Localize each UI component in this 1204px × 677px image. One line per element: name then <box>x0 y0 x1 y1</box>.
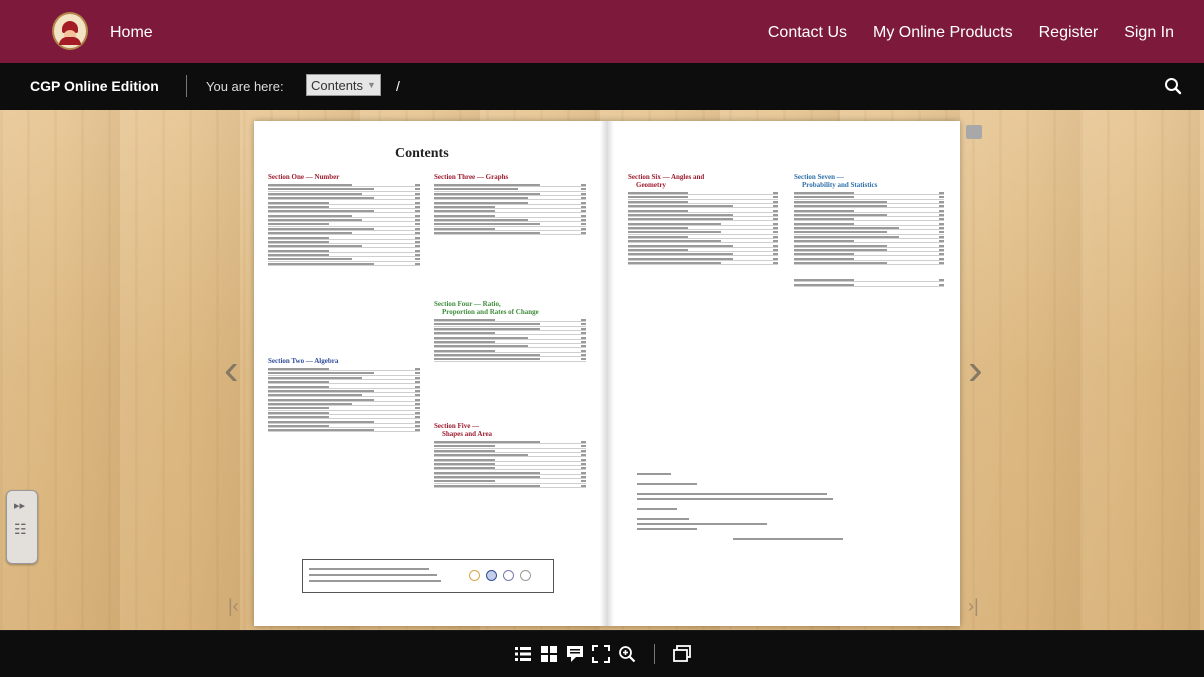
toc-section-five[interactable]: Section Five — Shapes and Area <box>434 422 586 489</box>
last-page-icon[interactable]: ›| <box>968 596 979 617</box>
zoom-in-icon[interactable] <box>618 645 636 663</box>
breadcrumb-separator: / <box>396 78 400 94</box>
nav-contact-link[interactable]: Contact Us <box>768 24 847 42</box>
grid-handle-icon: ☷ <box>14 521 27 537</box>
section-title: Section Six — Angles and <box>628 173 705 181</box>
toc-section-seven[interactable]: Section Seven — Probability and Statisti… <box>794 173 944 288</box>
toc-section-four[interactable]: Section Four — Ratio, Proportion and Rat… <box>434 300 594 363</box>
section-entries <box>628 192 778 266</box>
section-title: Proportion and Rates of Change <box>442 308 539 316</box>
nav-links: Contact Us My Online Products Register S… <box>768 24 1174 42</box>
rating-circle-icon <box>520 570 531 581</box>
nav-home-link[interactable]: Home <box>110 24 153 42</box>
side-panel-toggle[interactable]: ▸▸ ☷ <box>6 490 38 564</box>
cgp-logo-icon[interactable] <box>52 12 88 50</box>
nav-signin-link[interactable]: Sign In <box>1124 24 1174 42</box>
section-title: Geometry <box>636 181 666 189</box>
chevron-left-icon[interactable]: ‹ <box>224 345 239 395</box>
breadcrumb-bar: CGP Online Edition You are here: Content… <box>0 63 1204 110</box>
list-icon[interactable] <box>514 645 532 663</box>
divider <box>186 75 187 97</box>
toc-section-three[interactable]: Section Three — Graphs <box>434 173 586 237</box>
first-page-icon[interactable]: |‹ <box>228 596 239 617</box>
book-spread: Contents Section One — Number Section Tw… <box>254 121 960 626</box>
section-title: Section Three — Graphs <box>434 173 509 181</box>
nav-products-link[interactable]: My Online Products <box>873 24 1013 42</box>
search-icon[interactable] <box>1164 77 1182 95</box>
section-title: Section Two — Algebra <box>268 357 339 365</box>
breadcrumb-select[interactable]: Contents ▼ <box>306 74 381 96</box>
slideshow-icon[interactable] <box>672 645 691 663</box>
nav-register-link[interactable]: Register <box>1039 24 1099 42</box>
comment-icon[interactable] <box>566 645 584 663</box>
rating-circle-icon <box>486 570 497 581</box>
section-entries <box>434 184 586 236</box>
top-nav: Home Contact Us My Online Products Regis… <box>0 0 1204 63</box>
section-title: Section Seven — <box>794 173 844 181</box>
section-title: Shapes and Area <box>442 430 493 438</box>
toc-section-six[interactable]: Section Six — Angles and Geometry <box>628 173 778 266</box>
chevron-down-icon: ▼ <box>367 80 376 90</box>
section-title: Section Four — Ratio, <box>434 300 501 308</box>
section-entries <box>268 368 420 433</box>
play-icon: ▸▸ <box>14 500 26 512</box>
breadcrumb-label: You are here: <box>206 79 284 94</box>
publisher-info <box>637 473 843 548</box>
section-title: Section One — Number <box>268 173 340 181</box>
grid-icon[interactable] <box>540 645 558 663</box>
breadcrumb-current: Contents <box>311 77 364 93</box>
reader-toolbar <box>0 631 1204 677</box>
edition-title: CGP Online Edition <box>30 78 159 94</box>
section-entries <box>434 441 586 488</box>
bookmark-icon[interactable] <box>966 125 982 139</box>
section-entries <box>434 319 586 362</box>
section-title: Section Five — <box>434 422 480 430</box>
rating-circle-icon <box>469 570 480 581</box>
contents-title: Contents <box>395 146 449 161</box>
section-title: Probability and Statistics <box>802 181 878 189</box>
section-entries <box>268 184 420 266</box>
toolbar-divider <box>653 644 655 664</box>
rating-circle-icon <box>503 570 514 581</box>
toc-section-two[interactable]: Section Two — Algebra <box>268 357 420 434</box>
book-spine <box>600 121 614 626</box>
toc-section-one[interactable]: Section One — Number <box>268 173 420 267</box>
section-entries <box>794 192 944 266</box>
study-tip-box <box>302 559 554 593</box>
chevron-right-icon[interactable]: › <box>968 345 983 395</box>
section-entries <box>794 279 944 287</box>
fullscreen-icon[interactable] <box>591 645 610 663</box>
